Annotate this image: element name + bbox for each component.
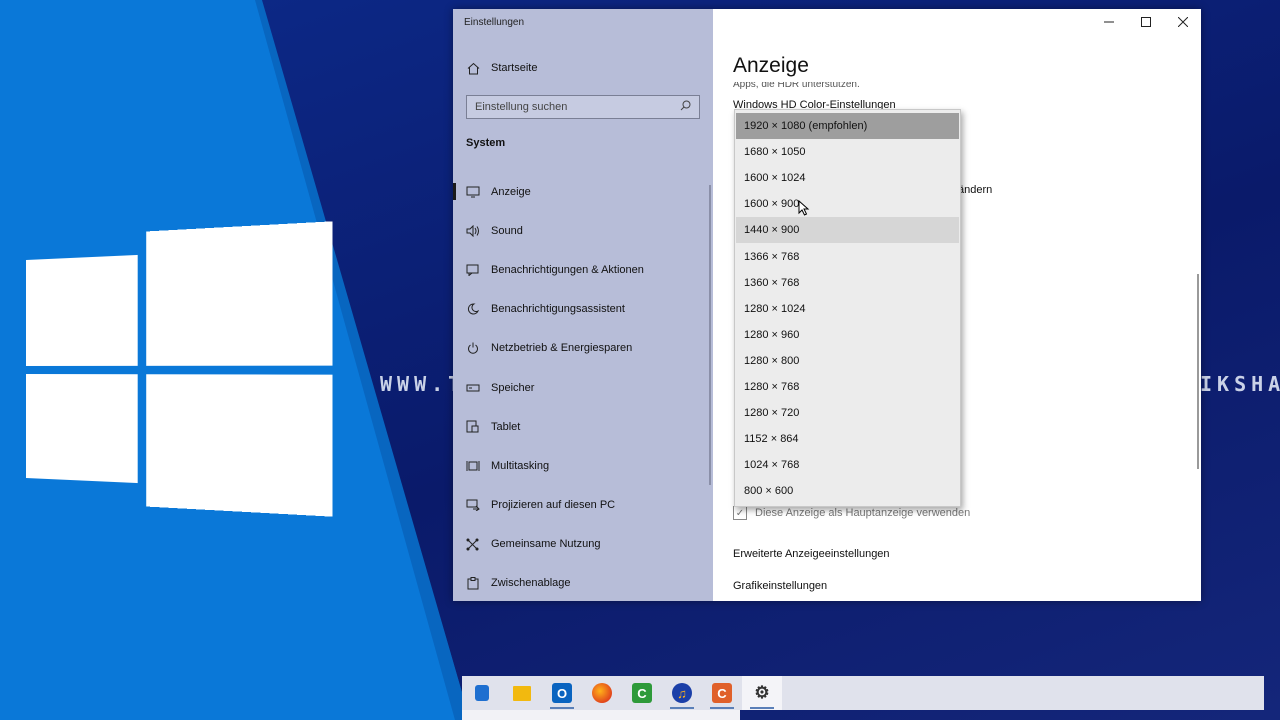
clipboard-icon — [465, 576, 480, 591]
sidebar-item-label: Benachrichtigungen & Aktionen — [491, 264, 644, 276]
watermark-text-right: IKSHAV — [1200, 372, 1280, 396]
main-display-checkbox[interactable]: ✓ — [733, 506, 747, 520]
camtasia-recorder-icon: C — [712, 683, 732, 703]
sidebar-item-label: Zwischenablage — [491, 577, 571, 589]
settings-icon: ⚙ — [752, 683, 772, 703]
sidebar-item-anzeige[interactable]: Anzeige — [453, 172, 709, 211]
resolution-option[interactable]: 1600 × 1024 — [736, 165, 959, 191]
main-display-checkbox-label: Diese Anzeige als Hauptanzeige verwenden — [755, 507, 970, 519]
minimize-icon — [1104, 17, 1114, 27]
sidebar-item-label: Netzbetrieb & Energiesparen — [491, 342, 632, 354]
home-label: Startseite — [491, 62, 537, 74]
windows-logo — [26, 221, 332, 516]
settings-search-box[interactable] — [466, 95, 700, 119]
sidebar-item-sound[interactable]: Sound — [453, 211, 709, 250]
home-icon — [466, 61, 481, 76]
window-title: Einstellungen — [464, 17, 524, 28]
sidebar-item-multitasking[interactable]: Multitasking — [453, 446, 709, 485]
taskbar: O C ♫ C ⚙ — [462, 676, 1264, 710]
monitor-icon — [465, 184, 480, 199]
file-explorer-icon — [513, 686, 531, 701]
mouse-pointer-icon — [798, 200, 810, 216]
resolution-option[interactable]: 1280 × 768 — [736, 374, 959, 400]
speaker-icon — [465, 223, 480, 238]
sidebar-scrollbar[interactable] — [709, 185, 711, 485]
search-icon — [680, 98, 691, 116]
taskbar-app-explorer[interactable] — [502, 676, 542, 710]
resolution-option[interactable]: 1152 × 864 — [736, 426, 959, 452]
settings-sidebar: Einstellungen Startseite System Anzeige — [453, 9, 713, 601]
section-title-system: System — [466, 137, 505, 149]
home-link[interactable]: Startseite — [466, 58, 537, 78]
minimize-button[interactable] — [1090, 9, 1127, 35]
mail-app-icon — [475, 685, 489, 701]
sidebar-item-label: Multitasking — [491, 460, 549, 472]
sidebar-item-tablet[interactable]: Tablet — [453, 407, 709, 446]
outlook-icon: O — [552, 683, 572, 703]
sidebar-item-label: Sound — [491, 225, 523, 237]
hdr-description-clipped: Apps, die HDR unterstützen. — [733, 82, 860, 89]
resolution-option[interactable]: 1680 × 1050 — [736, 139, 959, 165]
sidebar-item-label: Speicher — [491, 382, 534, 394]
resolution-option[interactable]: 1280 × 960 — [736, 322, 959, 348]
sidebar-item-label: Anzeige — [491, 186, 531, 198]
sidebar-nav: Anzeige Sound Benachrichtigungen & Aktio… — [453, 172, 709, 601]
sidebar-item-label: Tablet — [491, 421, 520, 433]
page-title: Anzeige — [733, 54, 809, 78]
main-display-checkbox-row[interactable]: ✓ Diese Anzeige als Hauptanzeige verwend… — [733, 506, 970, 520]
window-controls — [1090, 9, 1201, 35]
taskbar-app-outlook[interactable]: O — [542, 676, 582, 710]
resolution-option[interactable]: 1280 × 1024 — [736, 296, 959, 322]
taskbar-app-settings[interactable]: ⚙ — [742, 676, 782, 710]
resolution-option[interactable]: 1920 × 1080 (empfohlen) — [736, 113, 959, 139]
taskbar-lower-strip — [462, 710, 740, 720]
sidebar-item-benachrichtigungen[interactable]: Benachrichtigungen & Aktionen — [453, 250, 709, 289]
power-icon — [465, 341, 480, 356]
tablet-icon — [465, 419, 480, 434]
taskbar-app-audacity[interactable]: ♫ — [662, 676, 702, 710]
close-icon — [1178, 17, 1188, 27]
advanced-display-settings-link[interactable]: Erweiterte Anzeigeeinstellungen — [733, 548, 890, 560]
share-icon — [465, 537, 480, 552]
audacity-icon: ♫ — [672, 683, 692, 703]
camtasia-icon: C — [632, 683, 652, 703]
resolution-option[interactable]: 1440 × 900 — [736, 217, 959, 243]
resolution-option[interactable]: 1366 × 768 — [736, 243, 959, 269]
settings-search-input[interactable] — [475, 101, 680, 113]
sidebar-item-zwischenablage[interactable]: Zwischenablage — [453, 564, 709, 601]
maximize-button[interactable] — [1127, 9, 1164, 35]
resolution-option[interactable]: 1280 × 800 — [736, 348, 959, 374]
notification-icon — [465, 262, 480, 277]
taskbar-app-camtasia[interactable]: C — [622, 676, 662, 710]
sidebar-item-netzbetrieb[interactable]: Netzbetrieb & Energiesparen — [453, 329, 709, 368]
moon-icon — [465, 302, 480, 317]
taskbar-app-firefox[interactable] — [582, 676, 622, 710]
storage-icon — [465, 380, 480, 395]
taskbar-app-mail[interactable] — [462, 676, 502, 710]
sidebar-item-assistent[interactable]: Benachrichtigungsassistent — [453, 290, 709, 329]
taskbar-app-camtasia-recorder[interactable]: C — [702, 676, 742, 710]
sidebar-item-speicher[interactable]: Speicher — [453, 368, 709, 407]
partially-hidden-text: ändern — [958, 184, 992, 196]
resolution-option[interactable]: 800 × 600 — [736, 478, 959, 504]
graphics-settings-link[interactable]: Grafikeinstellungen — [733, 580, 827, 592]
firefox-icon — [592, 683, 612, 703]
sidebar-item-label: Projizieren auf diesen PC — [491, 499, 615, 511]
multitasking-icon — [465, 458, 480, 473]
resolution-option[interactable]: 1600 × 900 — [736, 191, 959, 217]
sidebar-item-label: Gemeinsame Nutzung — [491, 538, 600, 550]
resolution-option[interactable]: 1280 × 720 — [736, 400, 959, 426]
resolution-option[interactable]: 1024 × 768 — [736, 452, 959, 478]
resolution-dropdown-list[interactable]: 1920 × 1080 (empfohlen) 1680 × 1050 1600… — [734, 109, 961, 507]
project-icon — [465, 498, 480, 513]
content-scrollbar[interactable] — [1197, 274, 1199, 469]
sidebar-item-label: Benachrichtigungsassistent — [491, 303, 625, 315]
sidebar-item-projizieren[interactable]: Projizieren auf diesen PC — [453, 486, 709, 525]
close-button[interactable] — [1164, 9, 1201, 35]
resolution-option[interactable]: 1360 × 768 — [736, 270, 959, 296]
sidebar-item-gemeinsame-nutzung[interactable]: Gemeinsame Nutzung — [453, 525, 709, 564]
maximize-icon — [1141, 17, 1151, 27]
